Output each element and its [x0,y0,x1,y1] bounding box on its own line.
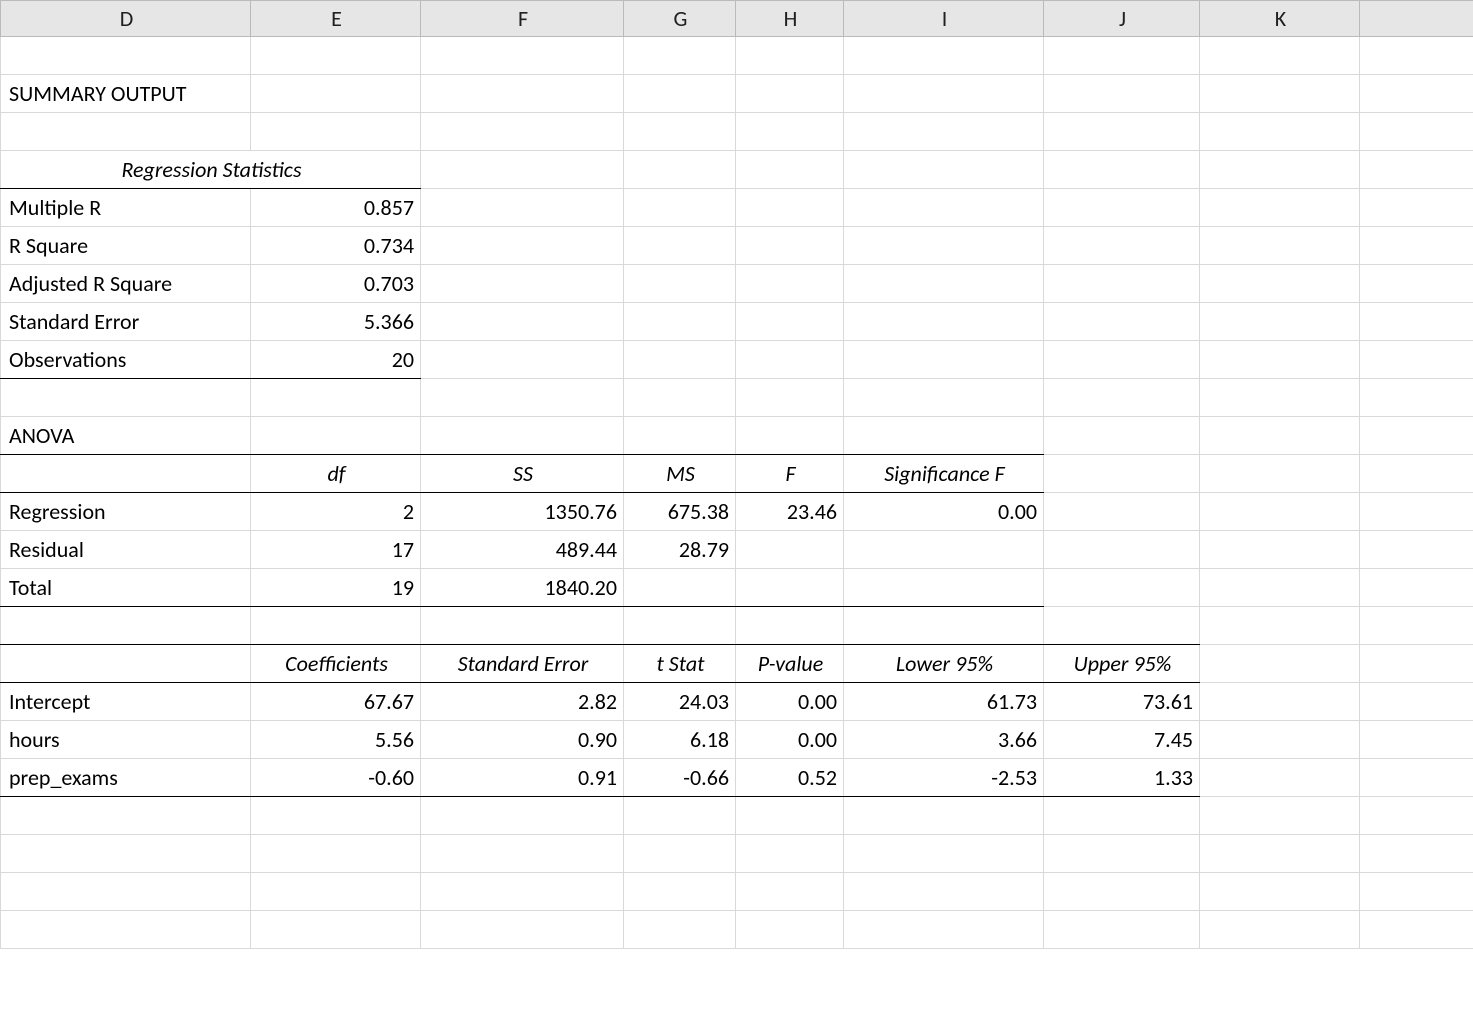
coef-row-label: hours [1,721,251,759]
anova-row[interactable]: Regression 2 1350.76 675.38 23.46 0.00 [1,493,1473,531]
regstat-value: 5.366 [251,303,421,341]
regstat-row[interactable]: R Square 0.734 [1,227,1473,265]
coef-row-p: 0.52 [736,759,844,797]
regstat-label: Adjusted R Square [1,265,251,303]
coef-row-hi: 7.45 [1044,721,1200,759]
coef-row-lo: -2.53 [844,759,1044,797]
coef-row-hi: 1.33 [1044,759,1200,797]
col-header-H[interactable]: H [736,1,844,37]
coef-header-row[interactable]: Coefficients Standard Error t Stat P-val… [1,645,1473,683]
anova-header-ms: MS [624,455,736,493]
anova-row-label: Residual [1,531,251,569]
regression-statistics-header: Regression Statistics [1,151,421,189]
col-header-G[interactable]: G [624,1,736,37]
col-header-I[interactable]: I [844,1,1044,37]
regstat-label: Observations [1,341,251,379]
col-header-J[interactable]: J [1044,1,1200,37]
anova-row-ss: 1350.76 [421,493,624,531]
regstat-value: 0.857 [251,189,421,227]
regstat-value: 20 [251,341,421,379]
col-header-K[interactable]: K [1200,1,1360,37]
coef-row-coef: 5.56 [251,721,421,759]
regstat-label: R Square [1,227,251,265]
anova-row-sigf: 0.00 [844,493,1044,531]
coef-row[interactable]: hours 5.56 0.90 6.18 0.00 3.66 7.45 [1,721,1473,759]
regstat-label: Multiple R [1,189,251,227]
anova-row-sigf [844,531,1044,569]
anova-header-ss: SS [421,455,624,493]
coef-header-lo: Lower 95% [844,645,1044,683]
coef-header-se: Standard Error [421,645,624,683]
coef-row-se: 0.90 [421,721,624,759]
empty-row[interactable] [1,797,1473,835]
anova-row-ss: 489.44 [421,531,624,569]
spreadsheet-grid[interactable]: D E F G H I J K SUMMARY OUTPUT Regressio… [0,0,1473,949]
coef-header-coef: Coefficients [251,645,421,683]
empty-row[interactable] [1,113,1473,151]
regstat-label: Standard Error [1,303,251,341]
coef-row-t: -0.66 [624,759,736,797]
coef-row-p: 0.00 [736,721,844,759]
empty-row[interactable] [1,37,1473,75]
col-header-D[interactable]: D [1,1,251,37]
empty-row[interactable] [1,873,1473,911]
summary-output-label: SUMMARY OUTPUT [1,75,251,113]
anova-label: ANOVA [1,417,251,455]
col-header-extra[interactable] [1360,1,1473,37]
regstat-row[interactable]: Multiple R 0.857 [1,189,1473,227]
anova-header-df: df [251,455,421,493]
coef-row[interactable]: Intercept 67.67 2.82 24.03 0.00 61.73 73… [1,683,1473,721]
anova-row[interactable]: Total 19 1840.20 [1,569,1473,607]
coef-header-hi: Upper 95% [1044,645,1200,683]
empty-row[interactable] [1,379,1473,417]
col-header-E[interactable]: E [251,1,421,37]
anova-row-f [736,531,844,569]
anova-row-label: Regression [1,493,251,531]
anova-row-df: 17 [251,531,421,569]
regstat-row[interactable]: Observations 20 [1,341,1473,379]
coef-header-t: t Stat [624,645,736,683]
coef-row-p: 0.00 [736,683,844,721]
coef-row-coef: 67.67 [251,683,421,721]
regstat-row[interactable]: Standard Error 5.366 [1,303,1473,341]
coef-header-p: P-value [736,645,844,683]
column-header-row[interactable]: D E F G H I J K [1,1,1473,37]
anova-row-ms: 28.79 [624,531,736,569]
empty-row[interactable] [1,835,1473,873]
anova-row-label: Total [1,569,251,607]
empty-row[interactable] [1,607,1473,645]
regstat-row[interactable]: Adjusted R Square 0.703 [1,265,1473,303]
anova-header-row[interactable]: df SS MS F Significance F [1,455,1473,493]
anova-row-sigf [844,569,1044,607]
coef-row[interactable]: prep_exams -0.60 0.91 -0.66 0.52 -2.53 1… [1,759,1473,797]
anova-row-ms [624,569,736,607]
col-header-F[interactable]: F [421,1,624,37]
anova-row-f: 23.46 [736,493,844,531]
anova-header-sigf: Significance F [844,455,1044,493]
anova-title-row[interactable]: ANOVA [1,417,1473,455]
anova-row[interactable]: Residual 17 489.44 28.79 [1,531,1473,569]
coef-row-se: 2.82 [421,683,624,721]
regstat-value: 0.703 [251,265,421,303]
anova-row-df: 19 [251,569,421,607]
coef-row-t: 24.03 [624,683,736,721]
anova-row-df: 2 [251,493,421,531]
coef-row-label: Intercept [1,683,251,721]
coef-row-t: 6.18 [624,721,736,759]
regression-statistics-header-row[interactable]: Regression Statistics [1,151,1473,189]
coef-row-coef: -0.60 [251,759,421,797]
regstat-value: 0.734 [251,227,421,265]
anova-header-f: F [736,455,844,493]
anova-row-ss: 1840.20 [421,569,624,607]
coef-row-lo: 61.73 [844,683,1044,721]
coef-row-hi: 73.61 [1044,683,1200,721]
coef-row-label: prep_exams [1,759,251,797]
summary-output-row[interactable]: SUMMARY OUTPUT [1,75,1473,113]
coef-row-se: 0.91 [421,759,624,797]
empty-row[interactable] [1,911,1473,949]
coef-row-lo: 3.66 [844,721,1044,759]
anova-row-f [736,569,844,607]
anova-row-ms: 675.38 [624,493,736,531]
